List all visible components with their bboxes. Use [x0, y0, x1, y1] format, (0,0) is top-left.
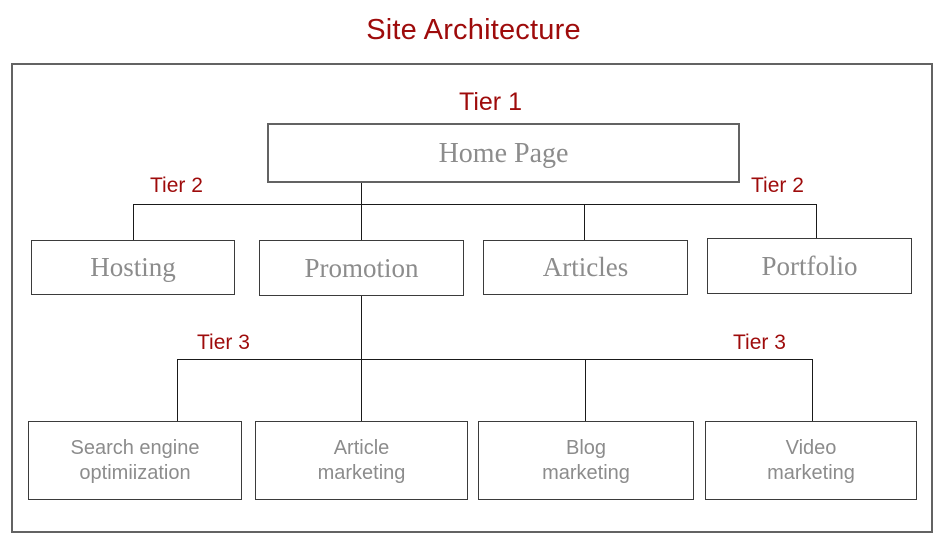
node-portfolio[interactable]: Portfolio — [707, 238, 912, 294]
node-video-marketing-label-line2: marketing — [767, 461, 855, 484]
node-seo-label: Search engine optimiization — [71, 436, 200, 486]
connector-tier2-drop-promotion — [361, 204, 362, 240]
connector-tier3-drop-blog-marketing — [585, 359, 586, 421]
node-home-page[interactable]: Home Page — [267, 123, 740, 183]
node-video-marketing[interactable]: Video marketing — [705, 421, 917, 500]
connector-promotion-to-tier3-stem — [361, 296, 362, 359]
tier-3-label-right: Tier 3 — [733, 331, 786, 354]
connector-tier3-drop-seo — [177, 359, 178, 421]
node-blog-marketing[interactable]: Blog marketing — [478, 421, 694, 500]
node-seo-label-line1: Search engine — [70, 436, 200, 459]
connector-tier3-drop-article-marketing — [361, 359, 362, 421]
tier-1-label: Tier 1 — [459, 88, 522, 116]
node-video-marketing-label: Video marketing — [767, 436, 855, 486]
tier-3-label-left: Tier 3 — [197, 331, 250, 354]
connector-home-to-tier2-stem — [361, 183, 362, 204]
node-hosting-label: Hosting — [90, 252, 176, 282]
node-blog-marketing-label-line2: marketing — [542, 461, 630, 484]
node-promotion-label: Promotion — [304, 252, 419, 283]
tier-2-label-left: Tier 2 — [150, 174, 203, 197]
node-blog-marketing-label: Blog marketing — [542, 436, 630, 486]
node-article-marketing-label-line1: Article — [333, 436, 390, 459]
diagram-title: Site Architecture — [366, 14, 581, 46]
connector-tier2-bus — [133, 204, 816, 205]
node-search-engine-optimization[interactable]: Search engine optimiization — [28, 421, 242, 500]
node-promotion[interactable]: Promotion — [259, 240, 464, 296]
node-blog-marketing-label-line1: Blog — [565, 436, 607, 459]
node-article-marketing[interactable]: Article marketing — [255, 421, 468, 500]
node-articles-label: Articles — [542, 252, 629, 282]
connector-tier2-drop-hosting — [133, 204, 134, 240]
node-portfolio-label: Portfolio — [761, 250, 858, 281]
node-article-marketing-label: Article marketing — [318, 436, 406, 486]
site-architecture-diagram: Site Architecture Tier 1 Home Page Tier … — [0, 0, 947, 551]
node-home-page-label: Home Page — [438, 137, 569, 169]
connector-tier3-drop-video-marketing — [812, 359, 813, 421]
connector-tier3-bus — [177, 359, 812, 360]
connector-tier2-drop-portfolio — [816, 204, 817, 238]
tier-2-label-right: Tier 2 — [751, 174, 804, 197]
connector-tier2-drop-articles — [584, 204, 585, 240]
node-hosting[interactable]: Hosting — [31, 240, 235, 295]
node-video-marketing-label-line1: Video — [785, 436, 837, 459]
node-seo-label-line2: optimiization — [79, 461, 191, 484]
node-articles[interactable]: Articles — [483, 240, 688, 295]
node-article-marketing-label-line2: marketing — [317, 461, 406, 484]
